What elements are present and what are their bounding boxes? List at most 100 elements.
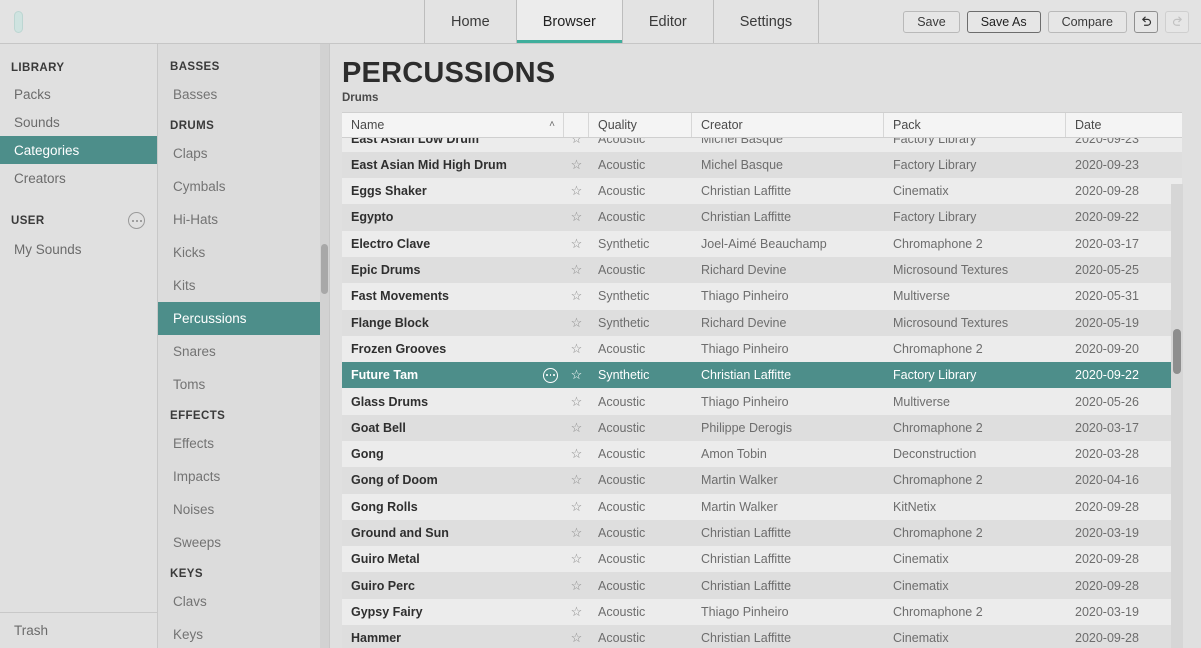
save-button[interactable]: Save (903, 10, 960, 33)
star-outline-icon[interactable]: ☆ (564, 578, 589, 594)
category-item-percussions[interactable]: Percussions (158, 302, 329, 335)
sidebar-item-sounds[interactable]: Sounds (0, 108, 157, 136)
star-outline-icon[interactable]: ☆ (564, 262, 589, 278)
star-outline-icon[interactable]: ☆ (564, 604, 589, 620)
star-outline-icon[interactable]: ☆ (564, 525, 589, 541)
star-outline-icon[interactable]: ☆ (564, 551, 589, 567)
cell-quality: Acoustic (598, 184, 646, 199)
table-row[interactable]: Glass Drums ☆ Acoustic Thiago Pinheiro Multi… (342, 388, 1182, 415)
cell-name-text: Ground and Sun (351, 526, 449, 541)
cell-name-text: Epic Drums (351, 263, 421, 278)
sidebar-item-creators[interactable]: Creators (0, 164, 157, 192)
category-item-keys[interactable]: Keys (158, 618, 329, 648)
table-row[interactable]: Guiro Metal ☆ Acoustic Christian Laffitte Ci… (342, 546, 1182, 573)
tab-home[interactable]: Home (424, 0, 517, 43)
cell-pack: Chromaphone 2 (893, 236, 983, 251)
category-item-effects[interactable]: Effects (158, 427, 329, 460)
star-outline-icon[interactable]: ☆ (564, 420, 589, 436)
cell-pack: Factory Library (893, 138, 977, 146)
category-item-claps[interactable]: Claps (158, 137, 329, 170)
compare-button[interactable]: Compare (1047, 10, 1127, 33)
sidebar-item-packs[interactable]: Packs (0, 80, 157, 108)
column-header-creator[interactable]: Creator (692, 113, 884, 138)
table-row[interactable]: Gong of Doom ☆ Acoustic Martin Walker Chroma… (342, 467, 1182, 494)
category-item-kits[interactable]: Kits (158, 269, 329, 302)
cell-pack: Microsound Textures (893, 263, 1009, 278)
tab-editor[interactable]: Editor (621, 0, 714, 43)
table-row[interactable]: Ground and Sun ☆ Acoustic Christian Laffitt… (342, 519, 1182, 547)
table-row[interactable]: Gong ☆ Acoustic Amon Tobin Deconstruction 202… (342, 441, 1182, 468)
star-outline-icon[interactable]: ☆ (564, 341, 589, 357)
table-scrollbar[interactable] (1171, 184, 1183, 648)
column-header-quality[interactable]: Quality (589, 113, 692, 138)
cell-name-text: Gong (351, 447, 384, 462)
table-row[interactable]: Electro Clave ☆ Synthetic Joel-Aimé Beaucha… (342, 230, 1182, 257)
sidebar-item-trash[interactable]: Trash (0, 612, 157, 648)
tab-label: Browser (542, 13, 596, 30)
cell-creator: Thiago Pinheiro (701, 289, 789, 304)
table-row[interactable]: Gypsy Fairy ☆ Acoustic Thiago Pinheiro Chrom… (342, 598, 1182, 626)
category-item-impacts[interactable]: Impacts (158, 460, 329, 493)
tab-browser[interactable]: Browser (515, 0, 623, 43)
tab-label: Editor (648, 13, 687, 30)
cell-quality: Acoustic (598, 526, 646, 541)
cell-quality: Acoustic (598, 341, 646, 356)
category-scrollbar[interactable] (320, 44, 329, 648)
table-row[interactable]: East Asian Low Drum ☆ Acoustic Michel Basqu… (342, 138, 1182, 152)
cell-pack: Cinematix (893, 631, 949, 646)
category-group-heading: BASSES (170, 61, 220, 73)
category-item-clavs[interactable]: Clavs (158, 585, 329, 618)
star-outline-icon[interactable]: ☆ (564, 630, 589, 646)
table-row[interactable]: Eggs Shaker ☆ Acoustic Christian Laffitte Ci… (342, 178, 1182, 205)
category-scrollbar-thumb[interactable] (321, 244, 328, 294)
star-outline-icon[interactable]: ☆ (564, 288, 589, 304)
table-row[interactable]: Egypto ☆ Acoustic Christian Laffitte Factory… (342, 204, 1182, 231)
table-row[interactable]: Frozen Grooves ☆ Acoustic Thiago Pinheiro Ch… (342, 335, 1182, 363)
table-scrollbar-thumb[interactable] (1173, 329, 1181, 374)
sidebar-item-categories[interactable]: Categories (0, 136, 157, 164)
save-as-button[interactable]: Save As (966, 10, 1041, 33)
star-outline-icon[interactable]: ☆ (564, 446, 589, 462)
library-sidebar: LIBRARY Packs Sounds Categories Creators USER… (0, 44, 158, 648)
star-outline-icon[interactable]: ☆ (564, 209, 589, 225)
table-row[interactable]: Goat Bell ☆ Acoustic Philippe Derogis Chroma… (342, 414, 1182, 441)
star-outline-icon[interactable]: ☆ (564, 183, 589, 199)
category-item-kicks[interactable]: Kicks (158, 236, 329, 269)
table-row[interactable]: Fast Movements ☆ Synthetic Thiago Pinheiro M… (342, 283, 1182, 310)
sidebar-item-my-sounds[interactable]: My Sounds (0, 235, 157, 263)
more-options-icon[interactable] (543, 367, 558, 383)
star-outline-icon[interactable]: ☆ (564, 315, 589, 331)
column-header-date[interactable]: Date (1066, 113, 1182, 137)
star-outline-icon[interactable]: ☆ (564, 367, 589, 383)
star-outline-icon[interactable]: ☆ (564, 499, 589, 515)
category-item-sweeps[interactable]: Sweeps (158, 526, 329, 559)
table-row[interactable]: Flange Block ☆ Synthetic Richard Devine Micr… (342, 309, 1182, 336)
table-row[interactable]: Guiro Perc ☆ Acoustic Christian Laffitte Cin… (342, 572, 1182, 599)
undo-arrow-icon[interactable] (1134, 10, 1158, 33)
category-item-basses[interactable]: Basses (158, 78, 329, 111)
category-item-snares[interactable]: Snares (158, 335, 329, 368)
category-item-cymbals[interactable]: Cymbals (158, 170, 329, 203)
table-row[interactable]: Future Tam ☆ Synthetic Christian Laffitte Fa… (342, 362, 1182, 389)
column-header-pack[interactable]: Pack (884, 113, 1066, 138)
category-item-hi-hats[interactable]: Hi-Hats (158, 203, 329, 236)
category-item-noises[interactable]: Noises (158, 493, 329, 526)
table-row[interactable]: Epic Drums ☆ Acoustic Richard Devine Microso… (342, 256, 1182, 284)
chevron-up-icon: ˄ (549, 119, 555, 131)
table-row[interactable]: Gong Rolls ☆ Acoustic Martin Walker KitNetix… (342, 493, 1182, 520)
column-header-name[interactable]: Name ˄ (342, 113, 564, 138)
star-outline-icon[interactable]: ☆ (564, 157, 589, 173)
more-options-icon[interactable] (128, 212, 145, 229)
column-header-star[interactable] (564, 113, 589, 138)
star-outline-icon[interactable]: ☆ (564, 138, 589, 146)
cell-pack: KitNetix (893, 499, 937, 514)
table-row[interactable]: Hammer ☆ Acoustic Christian Laffitte Cinemat… (342, 625, 1182, 648)
category-item-toms[interactable]: Toms (158, 368, 329, 401)
table-row[interactable]: East Asian Mid High Drum ☆ Acoustic Michel … (342, 151, 1182, 179)
star-outline-icon[interactable]: ☆ (564, 236, 589, 252)
cell-name: Guiro Metal (342, 552, 564, 566)
star-outline-icon[interactable]: ☆ (564, 394, 589, 410)
star-outline-icon[interactable]: ☆ (564, 472, 589, 488)
cell-name-text: Future Tam (351, 368, 419, 383)
tab-settings[interactable]: Settings (712, 0, 820, 43)
